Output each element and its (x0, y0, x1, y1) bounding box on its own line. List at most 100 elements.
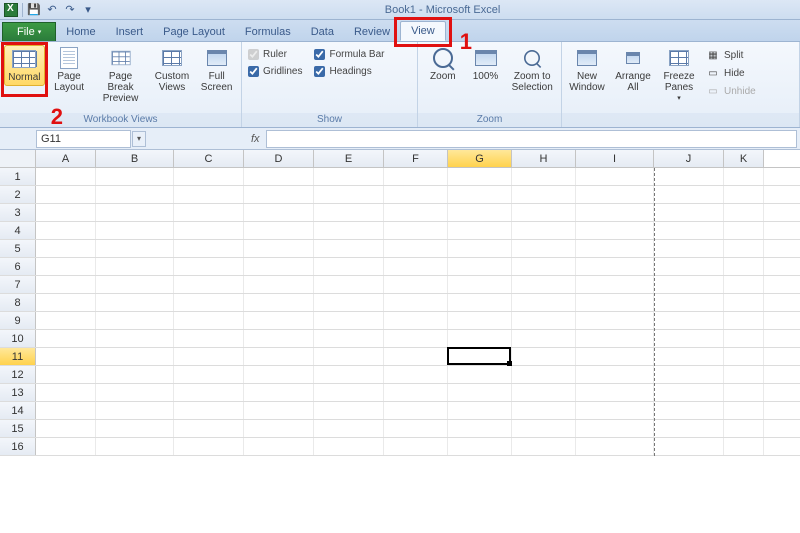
cell[interactable] (576, 222, 654, 239)
row-header-11[interactable]: 11 (0, 348, 36, 365)
cell[interactable] (654, 438, 724, 455)
cell[interactable] (96, 348, 174, 365)
save-icon[interactable]: 💾 (25, 2, 43, 18)
column-header-A[interactable]: A (36, 150, 96, 167)
row-header-16[interactable]: 16 (0, 438, 36, 455)
cell[interactable] (96, 366, 174, 383)
cell[interactable] (36, 402, 96, 419)
cell[interactable] (448, 276, 512, 293)
normal-view-button[interactable]: Normal (4, 45, 45, 86)
cell[interactable] (384, 222, 448, 239)
cell[interactable] (384, 240, 448, 257)
row-header-8[interactable]: 8 (0, 294, 36, 311)
cell[interactable] (448, 204, 512, 221)
select-all-corner[interactable] (0, 150, 36, 167)
cell[interactable] (96, 438, 174, 455)
cell[interactable] (576, 330, 654, 347)
cell[interactable] (36, 420, 96, 437)
cell[interactable] (512, 402, 576, 419)
cell[interactable] (448, 312, 512, 329)
cell[interactable] (654, 330, 724, 347)
row-header-14[interactable]: 14 (0, 402, 36, 419)
cell[interactable] (174, 222, 244, 239)
cell[interactable] (724, 258, 764, 275)
hide-button[interactable]: ▭Hide (706, 65, 756, 81)
cell[interactable] (244, 240, 314, 257)
redo-icon[interactable]: ↷ (61, 2, 79, 18)
worksheet-grid[interactable]: 12345678910111213141516 (0, 168, 800, 456)
zoom-button[interactable]: Zoom (422, 45, 464, 84)
cell[interactable] (244, 168, 314, 185)
cell[interactable] (512, 258, 576, 275)
cell[interactable] (512, 222, 576, 239)
cell[interactable] (576, 348, 654, 365)
cell[interactable] (512, 168, 576, 185)
cell[interactable] (174, 186, 244, 203)
cell[interactable] (654, 168, 724, 185)
cell[interactable] (448, 366, 512, 383)
cell[interactable] (96, 330, 174, 347)
cell[interactable] (724, 294, 764, 311)
cell[interactable] (244, 186, 314, 203)
cell[interactable] (314, 312, 384, 329)
cell[interactable] (244, 384, 314, 401)
cell[interactable] (96, 222, 174, 239)
tab-review[interactable]: Review (344, 23, 400, 41)
cell[interactable] (314, 168, 384, 185)
cell[interactable] (174, 348, 244, 365)
cell[interactable] (448, 240, 512, 257)
cell[interactable] (448, 186, 512, 203)
cell[interactable] (512, 240, 576, 257)
cell[interactable] (576, 402, 654, 419)
cell[interactable] (384, 186, 448, 203)
cell[interactable] (174, 366, 244, 383)
column-header-D[interactable]: D (244, 150, 314, 167)
cell[interactable] (36, 276, 96, 293)
cell[interactable] (724, 276, 764, 293)
row-header-15[interactable]: 15 (0, 420, 36, 437)
row-header-12[interactable]: 12 (0, 366, 36, 383)
cell[interactable] (576, 384, 654, 401)
cell[interactable] (654, 240, 724, 257)
cell[interactable] (512, 348, 576, 365)
cell[interactable] (174, 168, 244, 185)
gridlines-checkbox[interactable]: Gridlines (248, 66, 302, 77)
cell[interactable] (576, 294, 654, 311)
cell[interactable] (724, 420, 764, 437)
name-box-dropdown-icon[interactable]: ▾ (132, 131, 146, 147)
cell[interactable] (244, 258, 314, 275)
cell[interactable] (96, 294, 174, 311)
cell[interactable] (314, 348, 384, 365)
cell[interactable] (448, 258, 512, 275)
cell[interactable] (244, 402, 314, 419)
cell[interactable] (36, 186, 96, 203)
cell[interactable] (512, 420, 576, 437)
cell[interactable] (448, 402, 512, 419)
cell[interactable] (512, 204, 576, 221)
cell[interactable] (724, 222, 764, 239)
column-header-B[interactable]: B (96, 150, 174, 167)
cell[interactable] (512, 294, 576, 311)
cell[interactable] (96, 240, 174, 257)
cell[interactable] (384, 366, 448, 383)
tab-insert[interactable]: Insert (106, 23, 154, 41)
row-header-5[interactable]: 5 (0, 240, 36, 257)
cell[interactable] (384, 168, 448, 185)
column-header-F[interactable]: F (384, 150, 448, 167)
cell[interactable] (512, 276, 576, 293)
cell[interactable] (36, 438, 96, 455)
cell[interactable] (724, 402, 764, 419)
cell[interactable] (724, 186, 764, 203)
cell[interactable] (384, 294, 448, 311)
column-header-E[interactable]: E (314, 150, 384, 167)
freeze-panes-button[interactable]: Freeze Panes ▾ (658, 45, 700, 105)
cell[interactable] (654, 258, 724, 275)
cell[interactable] (448, 348, 512, 365)
cell[interactable] (384, 438, 448, 455)
cell[interactable] (384, 402, 448, 419)
cell[interactable] (314, 240, 384, 257)
cell[interactable] (654, 420, 724, 437)
row-header-10[interactable]: 10 (0, 330, 36, 347)
cell[interactable] (654, 384, 724, 401)
cell[interactable] (36, 312, 96, 329)
